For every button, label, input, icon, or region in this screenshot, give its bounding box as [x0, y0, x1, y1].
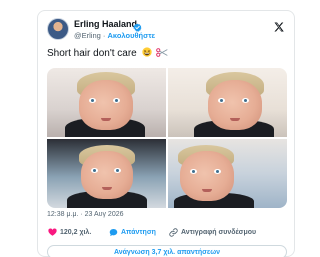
tweet-header: Erling Haaland @Erling · Ακολουθήστε — [47, 17, 287, 43]
avatar[interactable] — [47, 18, 69, 40]
author-handle[interactable]: @Erling — [74, 31, 101, 40]
photo-1[interactable] — [47, 68, 166, 137]
like-button[interactable]: 120,2 χιλ. — [48, 228, 91, 236]
reply-button[interactable]: Απάντηση — [109, 228, 156, 237]
photo-4[interactable] — [168, 139, 287, 208]
scissors-icon — [156, 48, 168, 57]
heart-icon — [48, 228, 57, 236]
action-bar: 120,2 χιλ. Απάντηση Αντιγραφή συνδέσμου — [47, 228, 287, 240]
verified-badge-icon — [133, 19, 142, 32]
photo-grid — [47, 68, 287, 208]
author-name[interactable]: Erling Haaland — [74, 19, 137, 29]
tweet-text-content: Short hair don't care — [47, 48, 137, 59]
follow-button[interactable]: Ακολουθήστε — [107, 31, 155, 40]
photo-3[interactable] — [47, 139, 166, 208]
separator: · — [102, 31, 106, 40]
link-icon — [169, 228, 178, 237]
x-logo-icon[interactable] — [273, 20, 285, 32]
like-count: 120,2 χιλ. — [60, 228, 92, 236]
grinning-squint-face-icon — [141, 47, 152, 57]
tweet-card: Erling Haaland @Erling · Ακολουθήστε Sho… — [37, 10, 295, 257]
copy-link-label: Αντιγραφή συνδέσμου — [181, 229, 257, 236]
reply-label: Απάντηση — [121, 229, 156, 236]
tweet-text: Short hair don't care — [47, 47, 168, 59]
tweet-timestamp[interactable]: 12:38 μ.μ. · 23 Αυγ 2026 — [47, 211, 124, 218]
speech-bubble-icon — [109, 228, 118, 237]
photo-2[interactable] — [168, 68, 287, 137]
read-replies-button[interactable]: Ανάγνωση 3,7 χιλ. απαντήσεων — [47, 245, 287, 257]
handle-line: @Erling · Ακολουθήστε — [74, 31, 155, 40]
copy-link-button[interactable]: Αντιγραφή συνδέσμου — [169, 228, 256, 237]
